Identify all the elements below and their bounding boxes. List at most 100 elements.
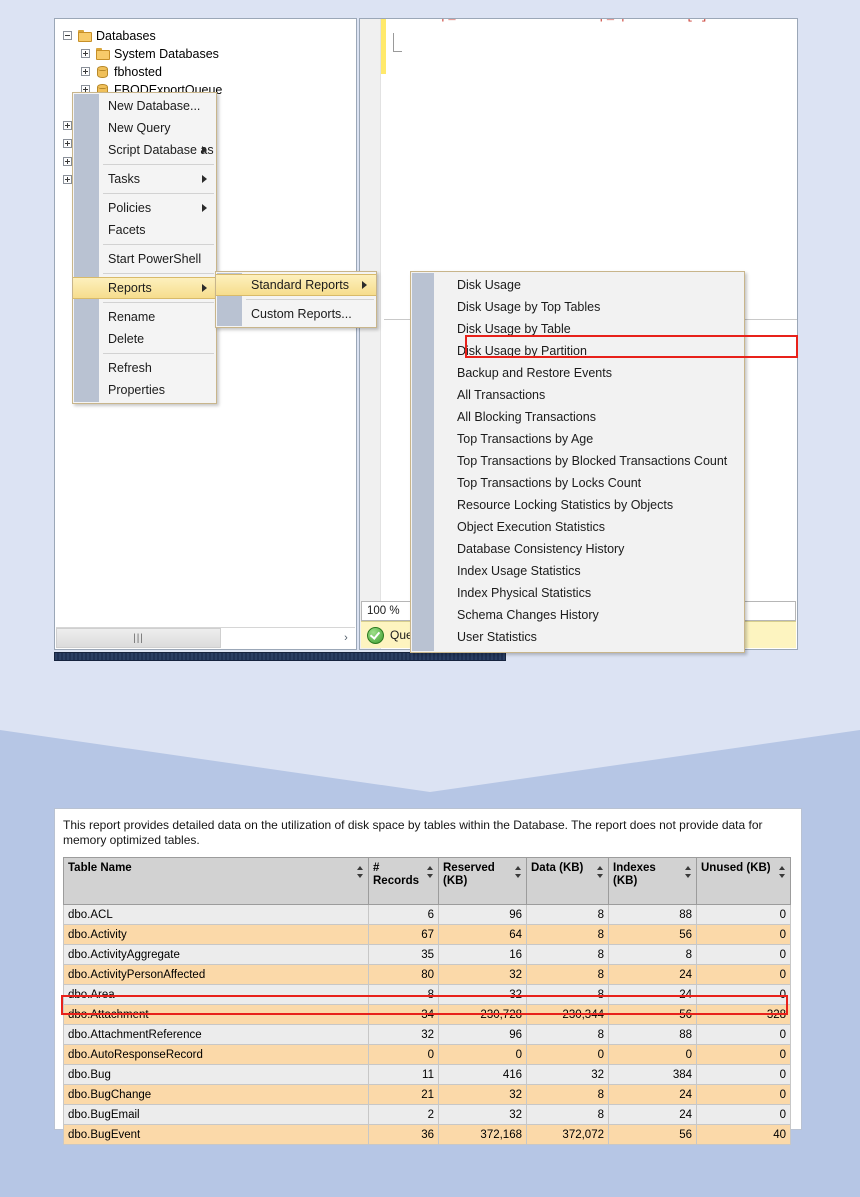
column-header-indexes-kb[interactable]: Indexes (KB)	[608, 857, 697, 905]
cell-unused: 0	[696, 1044, 791, 1065]
sort-toggle-icon[interactable]	[515, 866, 522, 880]
column-header-reserved-kb[interactable]: Reserved (KB)	[438, 857, 527, 905]
menu-item-schema-changes-history[interactable]: Schema Changes History	[411, 604, 744, 626]
expand-icon[interactable]	[63, 157, 72, 166]
table-row[interactable]: dbo.BugEvent 36 372,168 372,072 56 40	[63, 1124, 791, 1145]
sort-toggle-icon[interactable]	[427, 866, 434, 880]
table-header-row: Table Name # Records Reserved (KB) Data (KB…	[63, 857, 791, 905]
reports-submenu[interactable]: Standard Reports Custom Reports...	[215, 271, 377, 328]
menu-item-disk-usage-by-top-tables[interactable]: Disk Usage by Top Tables	[411, 296, 744, 318]
expand-icon[interactable]	[81, 49, 90, 58]
menu-item-policies[interactable]: Policies	[73, 197, 216, 219]
cell-unused: 0	[696, 984, 791, 1005]
cell-data: 372,072	[526, 1124, 609, 1145]
cell-table-name: dbo.ActivityPersonAffected	[63, 964, 369, 985]
table-row[interactable]: dbo.Activity 67 64 8 56 0	[63, 924, 791, 945]
table-row[interactable]: dbo.ACL 6 96 8 88 0	[63, 904, 791, 925]
submenu-arrow-icon	[202, 175, 207, 183]
object-explorer-horizontal-scrollbar[interactable]: ||| ›	[56, 627, 355, 648]
menu-item-standard-reports[interactable]: Standard Reports	[216, 274, 376, 296]
sort-toggle-icon[interactable]	[597, 866, 604, 880]
column-header--records[interactable]: # Records	[368, 857, 439, 905]
table-row[interactable]: dbo.Bug 11 416 32 384 0	[63, 1064, 791, 1085]
cell-indexes: 24	[608, 1104, 697, 1125]
expand-icon[interactable]	[63, 139, 72, 148]
menu-item-backup-and-restore-events[interactable]: Backup and Restore Events	[411, 362, 744, 384]
cell-indexes: 56	[608, 1124, 697, 1145]
menu-item-properties[interactable]: Properties	[73, 379, 216, 401]
sort-toggle-icon[interactable]	[779, 866, 786, 880]
sql-code-line[interactable]: EXEC sp_addrolemember EXEC sp_spaceused …	[398, 19, 708, 23]
scroll-right-arrow-icon[interactable]: ›	[337, 628, 355, 648]
column-header-unused-kb[interactable]: Unused (KB)	[696, 857, 791, 905]
table-row[interactable]: dbo.ActivityPersonAffected 80 32 8 24 0	[63, 964, 791, 985]
cell-table-name: dbo.Attachment	[63, 1004, 369, 1025]
collapse-icon[interactable]	[63, 31, 72, 40]
menu-item-disk-usage-by-table[interactable]: Disk Usage by Table	[411, 318, 744, 340]
tree-node-databases[interactable]: Databases	[55, 27, 356, 45]
cell-reserved: 32	[438, 984, 527, 1005]
menu-item-rename[interactable]: Rename	[73, 306, 216, 328]
menu-item-refresh[interactable]: Refresh	[73, 357, 216, 379]
expand-icon[interactable]	[63, 175, 72, 184]
sort-toggle-icon[interactable]	[357, 866, 364, 880]
menu-item-user-statistics[interactable]: User Statistics	[411, 626, 744, 648]
expand-icon[interactable]	[81, 67, 90, 76]
menu-item-reports[interactable]: Reports	[73, 277, 216, 299]
menu-item-start-powershell[interactable]: Start PowerShell	[73, 248, 216, 270]
submenu-arrow-icon	[362, 281, 367, 289]
menu-item-all-blocking-transactions[interactable]: All Blocking Transactions	[411, 406, 744, 428]
cell-indexes: 24	[608, 984, 697, 1005]
expand-icon[interactable]	[63, 121, 72, 130]
menu-item-index-usage-statistics[interactable]: Index Usage Statistics	[411, 560, 744, 582]
cell-reserved: 416	[438, 1064, 527, 1085]
menu-item-disk-usage-by-partition[interactable]: Disk Usage by Partition	[411, 340, 744, 362]
cell-data: 0	[526, 1044, 609, 1065]
menu-item-facets[interactable]: Facets	[73, 219, 216, 241]
tree-node-label: Databases	[96, 29, 156, 43]
folder-icon	[96, 48, 110, 60]
menu-item-custom-reports[interactable]: Custom Reports...	[216, 303, 376, 325]
tree-node-fbhosted[interactable]: fbhosted	[55, 63, 356, 81]
menu-item-new-database[interactable]: New Database...	[73, 95, 216, 117]
menu-item-top-transactions-by-locks-count[interactable]: Top Transactions by Locks Count	[411, 472, 744, 494]
menu-item-label: Disk Usage by Partition	[457, 344, 587, 358]
table-row[interactable]: dbo.AttachmentReference 32 96 8 88 0	[63, 1024, 791, 1045]
menu-item-label: Top Transactions by Age	[457, 432, 594, 446]
cell-unused: 0	[696, 944, 791, 965]
scrollbar-thumb[interactable]: |||	[56, 628, 221, 648]
database-context-menu[interactable]: New Database... New Query Script Database …	[72, 92, 217, 404]
menu-item-new-query[interactable]: New Query	[73, 117, 216, 139]
column-header-table-name[interactable]: Table Name	[63, 857, 369, 905]
table-row[interactable]: dbo.Attachment 34 230,728 230,344 56 328	[63, 1004, 791, 1025]
tree-node-system-databases[interactable]: System Databases	[55, 45, 356, 63]
table-row[interactable]: dbo.AutoResponseRecord 0 0 0 0 0	[63, 1044, 791, 1065]
table-row[interactable]: dbo.ActivityAggregate 35 16 8 8 0	[63, 944, 791, 965]
menu-item-top-transactions-by-age[interactable]: Top Transactions by Age	[411, 428, 744, 450]
cell-unused: 0	[696, 1084, 791, 1105]
menu-item-disk-usage[interactable]: Disk Usage	[411, 274, 744, 296]
column-header-data-kb[interactable]: Data (KB)	[526, 857, 609, 905]
standard-reports-submenu[interactable]: Disk Usage Disk Usage by Top Tables Disk U…	[410, 271, 745, 653]
table-row[interactable]: dbo.BugChange 21 32 8 24 0	[63, 1084, 791, 1105]
menu-item-index-physical-statistics[interactable]: Index Physical Statistics	[411, 582, 744, 604]
cell-data: 8	[526, 1024, 609, 1045]
sort-toggle-icon[interactable]	[685, 866, 692, 880]
menu-item-label: Resource Locking Statistics by Objects	[457, 498, 674, 512]
menu-item-label: New Query	[108, 121, 171, 135]
menu-item-all-transactions[interactable]: All Transactions	[411, 384, 744, 406]
menu-item-delete[interactable]: Delete	[73, 328, 216, 350]
menu-item-label: All Transactions	[457, 388, 546, 402]
menu-item-resource-locking-statistics-by-objects[interactable]: Resource Locking Statistics by Objects	[411, 494, 744, 516]
cell-records: 0	[368, 1044, 439, 1065]
table-row[interactable]: dbo.Area 8 32 8 24 0	[63, 984, 791, 1005]
menu-item-tasks[interactable]: Tasks	[73, 168, 216, 190]
menu-item-top-transactions-by-blocked-transactions-count[interactable]: Top Transactions by Blocked Transactions…	[411, 450, 744, 472]
menu-item-label: Script Database as	[108, 143, 214, 157]
menu-item-label: Start PowerShell	[108, 252, 202, 266]
menu-item-object-execution-statistics[interactable]: Object Execution Statistics	[411, 516, 744, 538]
cell-reserved: 64	[438, 924, 527, 945]
menu-item-script-database-as[interactable]: Script Database as	[73, 139, 216, 161]
menu-item-database-consistency-history[interactable]: Database Consistency History	[411, 538, 744, 560]
table-row[interactable]: dbo.BugEmail 2 32 8 24 0	[63, 1104, 791, 1125]
